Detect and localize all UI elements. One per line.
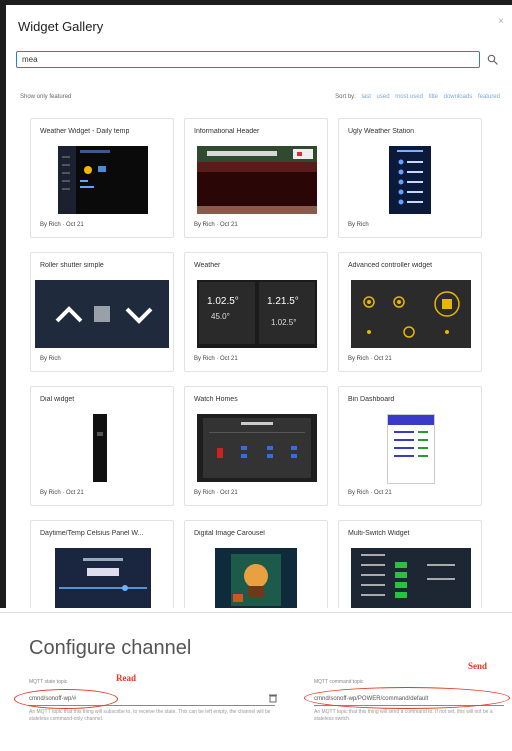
stop-icon (94, 306, 110, 322)
card-footer: By Rich (40, 356, 61, 362)
roller-shutter-thumbnail (55, 306, 153, 324)
sort-option-downloads[interactable]: downloads (444, 94, 473, 100)
card-title: Daytime/Temp Celsius Panel W... (40, 530, 144, 537)
widget-card[interactable]: Weather Widget - Daily temp By Rich · Oc… (30, 118, 174, 238)
dialog-title: Widget Gallery (18, 19, 104, 34)
sort-bar: Sort by: last used most used title downl… (335, 94, 500, 100)
temp-panel-thumbnail (59, 558, 147, 591)
card-title: Watch Homes (194, 396, 238, 403)
card-footer: By Rich · Oct 21 (40, 222, 84, 228)
trash-icon[interactable] (268, 693, 278, 703)
command-topic-help: An MQTT topic that this thing will send … (314, 709, 493, 722)
chevron-up-icon (55, 306, 83, 323)
weather-tile-right: 1.21.5° 1.02.5° (259, 282, 315, 344)
card-title: Dial widget (40, 396, 75, 403)
widget-card[interactable]: Advanced controller widget By Rich · Oct… (338, 252, 482, 372)
card-footer: By Rich · Oct 21 (194, 356, 238, 362)
right-value: 1.02.5° (271, 318, 297, 327)
card-thumbnail (197, 414, 317, 482)
widget-card[interactable]: Digital Image Carousel (184, 520, 328, 608)
homes-thumbnail (203, 418, 311, 478)
close-icon[interactable]: × (498, 16, 504, 27)
weather-station-thumbnail (397, 150, 423, 205)
state-topic-label: MQTT state topic (29, 679, 68, 685)
widget-card[interactable]: Ugly Weather Station By Rich (338, 118, 482, 238)
card-thumbnail (55, 548, 151, 608)
card-title: Informational Header (194, 128, 260, 135)
card-title: Weather (194, 262, 221, 269)
card-footer: By Rich · Oct 21 (348, 356, 392, 362)
widget-card[interactable]: Informational Header By Rich · Oct 21 (184, 118, 328, 238)
send-circle (304, 687, 510, 709)
card-thumbnail: 1.02.5° 45.0° 1.21.5° 1.02.5° (197, 280, 317, 348)
sort-option-title[interactable]: title (429, 94, 438, 100)
controller-thumbnail (363, 291, 460, 338)
widget-card[interactable]: Watch Homes By Rich · Oct 21 (184, 386, 328, 506)
bin-dashboard-thumbnail (388, 415, 434, 457)
card-title: Multi-Switch Widget (348, 530, 410, 537)
sort-option-featured[interactable]: featured (478, 94, 500, 100)
card-thumbnail (197, 146, 317, 214)
show-featured-toggle[interactable]: Show only featured (20, 94, 71, 100)
card-title: Roller shutter simple (40, 262, 104, 269)
card-title: Advanced controller widget (348, 262, 433, 269)
card-title: Weather Widget - Daily temp (40, 128, 130, 135)
command-topic-label: MQTT command topic (314, 679, 364, 685)
state-topic-help: An MQTT topic that this thing will subsc… (29, 709, 271, 722)
chevron-down-icon (125, 307, 153, 324)
left-border (0, 0, 6, 608)
widget-card[interactable]: Roller shutter simple By Rich (30, 252, 174, 372)
send-annotation: Send (468, 661, 488, 671)
card-footer: By Rich (348, 222, 369, 228)
header-thumbnail (197, 146, 317, 214)
read-circle (14, 689, 118, 709)
widget-card[interactable]: Weather 1.02.5° 45.0° 1.21.5° 1.02.5° By… (184, 252, 328, 372)
card-thumbnail (389, 146, 431, 214)
widget-gallery-dialog: Widget Gallery × Show only featured Sort… (0, 0, 512, 608)
carousel-thumbnail (231, 554, 281, 606)
card-footer: By Rich · Oct 21 (194, 222, 238, 228)
card-footer: By Rich · Oct 21 (40, 490, 84, 496)
sort-option-last[interactable]: last (362, 94, 371, 100)
widget-card[interactable]: Dial widget By Rich · Oct 21 (30, 386, 174, 506)
card-footer: By Rich · Oct 21 (194, 490, 238, 496)
sort-option-used[interactable]: used (377, 94, 390, 100)
sort-label: Sort by: (335, 94, 356, 100)
card-title: Digital Image Carousel (194, 530, 265, 537)
widget-card[interactable]: Daytime/Temp Celsius Panel W... (30, 520, 174, 608)
card-thumbnail (351, 548, 471, 608)
read-annotation: Read (116, 673, 136, 683)
widget-card[interactable]: Bin Dashboard By Rich · Oct 21 (338, 386, 482, 506)
sort-option-most-used[interactable]: most used (395, 94, 423, 100)
card-title: Bin Dashboard (348, 396, 395, 403)
weather-tile-left: 1.02.5° 45.0° (199, 282, 255, 344)
configure-channel-panel: Configure channel MQTT state topic Read … (0, 612, 512, 751)
left-temp: 1.02.5° (207, 296, 239, 307)
card-thumbnail (58, 146, 148, 214)
configure-title: Configure channel (29, 637, 192, 659)
card-footer: By Rich · Oct 21 (348, 490, 392, 496)
card-title: Ugly Weather Station (348, 128, 415, 135)
card-thumbnail (387, 414, 435, 484)
card-thumbnail (93, 414, 107, 482)
card-thumbnail (351, 280, 471, 348)
top-border (0, 0, 512, 5)
search-input[interactable] (16, 51, 480, 68)
left-value: 45.0° (211, 312, 230, 321)
search-icon[interactable] (486, 53, 500, 67)
card-thumbnail (35, 280, 169, 348)
right-temp: 1.21.5° (267, 296, 299, 307)
multiswitch-thumbnail (361, 554, 455, 598)
search-bar (16, 51, 500, 71)
card-thumbnail (215, 548, 297, 608)
weather-thumbnail (58, 146, 110, 214)
widget-card[interactable]: Multi-Switch Widget (338, 520, 482, 608)
